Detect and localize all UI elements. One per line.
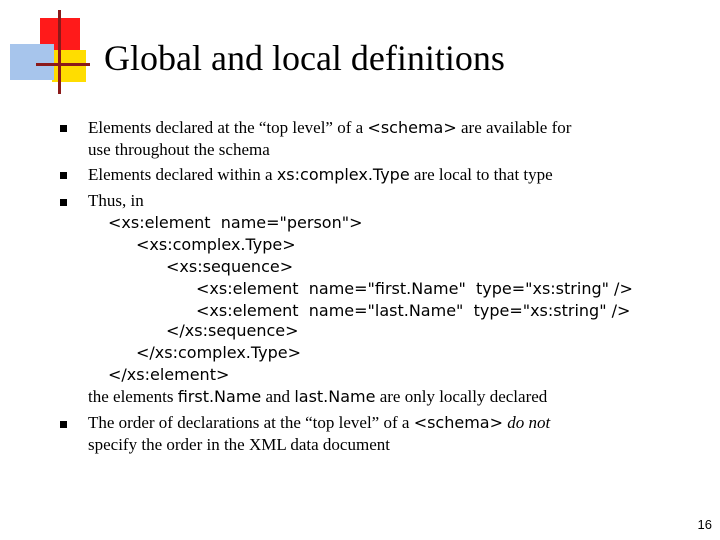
bullet-2-code: xs:complex.Type — [276, 165, 410, 184]
bullet-1-text-b: are available for — [456, 118, 572, 137]
bullet-3-tail-a: the elements — [88, 387, 178, 406]
bullet-4-text-a: The order of declarations at the “top le… — [88, 413, 414, 432]
code-line-8: </xs:element> — [108, 365, 230, 384]
bullet-3-tail-code-2: last.Name — [294, 387, 376, 406]
bullet-4-line-1: The order of declarations at the “top le… — [88, 412, 550, 434]
bullet-3-lead: Thus, in — [88, 191, 144, 210]
code-line-4: <xs:element name="first.Name" type="xs:s… — [196, 279, 633, 298]
bullet-1-code: <schema> — [367, 118, 457, 137]
bullet-4-emphasis: do not — [507, 413, 551, 432]
bullet-marker — [60, 421, 67, 428]
bullet-4-code: <schema> — [413, 413, 504, 432]
bullet-3-tail: the elements first.Name and last.Name ar… — [88, 386, 547, 408]
bullet-1-text-a: Elements declared at the “top level” of … — [88, 118, 368, 137]
bullet-marker — [60, 199, 67, 206]
code-line-2: <xs:complex.Type> — [136, 235, 296, 254]
bullet-list: Elements declared at the “top level” of … — [0, 0, 720, 540]
bullet-2-text-a: Elements declared within a — [88, 165, 277, 184]
code-line-5: <xs:element name="last.Name" type="xs:st… — [196, 301, 631, 320]
bullet-2-text-b: are local to that type — [409, 165, 553, 184]
code-line-3: <xs:sequence> — [166, 257, 294, 276]
bullet-2-line-1: Elements declared within a xs:complex.Ty… — [88, 164, 553, 186]
code-line-7: </xs:complex.Type> — [136, 343, 302, 362]
bullet-3-tail-code-1: first.Name — [177, 387, 262, 406]
code-line-6: </xs:sequence> — [166, 321, 299, 340]
bullet-1-line-1: Elements declared at the “top level” of … — [88, 117, 571, 139]
bullet-1-line-2: use throughout the schema — [88, 140, 270, 159]
bullet-3-tail-b: and — [261, 387, 295, 406]
bullet-4-line-2: specify the order in the XML data docume… — [88, 435, 390, 454]
bullet-marker — [60, 172, 67, 179]
code-line-1: <xs:element name="person"> — [108, 213, 363, 232]
bullet-3-tail-c: are only locally declared — [375, 387, 548, 406]
bullet-marker — [60, 125, 67, 132]
page-number: 16 — [697, 517, 712, 532]
